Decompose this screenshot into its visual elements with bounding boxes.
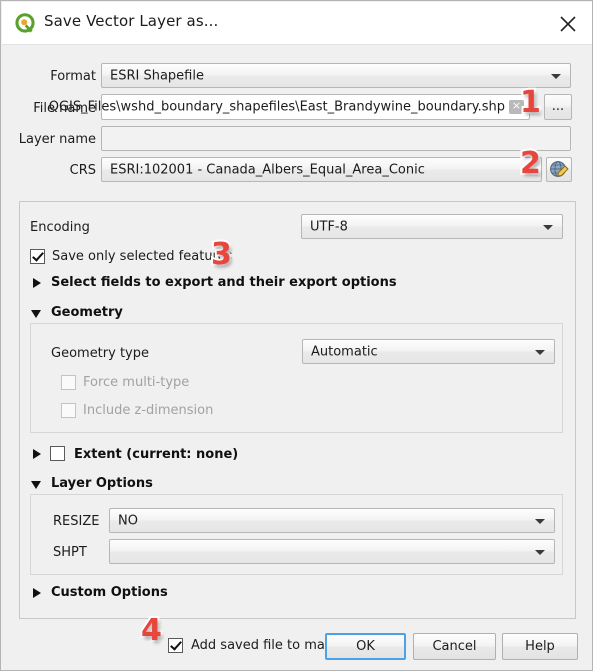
layer-options-expander-icon[interactable] [31,481,41,489]
layer-name-input[interactable] [101,126,571,151]
geometry-expander-icon[interactable] [31,310,41,318]
layer-options-panel: RESIZE NO SHPT [30,494,563,575]
resize-value: NO [118,514,138,527]
dialog-title: Save Vector Layer as... [44,12,219,30]
force-multi-type-checkbox[interactable] [61,375,76,390]
close-icon[interactable] [553,9,583,37]
help-button[interactable]: Help [502,633,578,660]
encoding-combobox[interactable]: UTF-8 [301,214,563,239]
add-saved-file-to-map-label: Add saved file to map [191,638,334,653]
resize-combobox[interactable]: NO [109,508,555,533]
geometry-panel: Geometry type Automatic Force multi-type… [30,323,563,433]
extent-title[interactable]: Extent (current: none) [74,447,238,462]
file-name-value: QGIS_Files\wshd_boundary_shapefiles\East… [48,99,505,115]
geometry-type-combobox[interactable]: Automatic [302,339,555,364]
title-bar: Save Vector Layer as... [2,2,592,45]
extent-checkbox[interactable] [50,446,65,461]
save-only-selected-label: Save only selected features [52,249,233,264]
shpt-label: SHPT [53,545,87,560]
geometry-type-label: Geometry type [51,346,149,361]
chevron-down-icon [543,224,553,230]
save-vector-layer-dialog: Save Vector Layer as... Format ESRI Shap… [0,0,593,671]
geometry-title[interactable]: Geometry [51,305,123,320]
format-value: ESRI Shapefile [110,69,204,82]
crs-combobox[interactable]: ESRI:102001 - Canada_Albers_Equal_Area_C… [101,157,542,182]
chevron-down-icon [535,349,545,355]
force-multi-type-label: Force multi-type [83,375,190,390]
encoding-label: Encoding [30,220,90,235]
clear-icon[interactable] [509,98,524,114]
annotation-marker-4: 4 [139,613,164,648]
include-z-dimension-checkbox[interactable] [61,403,76,418]
resize-label: RESIZE [53,514,100,529]
crs-select-button[interactable] [546,157,572,182]
browse-file-button[interactable]: ... [544,94,572,120]
ok-button[interactable]: OK [325,633,406,660]
chevron-down-icon [551,73,561,79]
extent-expander-icon[interactable] [33,449,41,459]
format-combobox[interactable]: ESRI Shapefile [101,63,571,88]
chevron-down-icon [522,167,532,173]
save-only-selected-checkbox[interactable] [30,249,45,264]
chevron-down-icon [535,549,545,555]
format-label: Format [50,69,96,84]
cancel-button[interactable]: Cancel [413,633,496,660]
layer-options-title[interactable]: Layer Options [51,476,153,491]
crs-label: CRS [69,163,96,178]
custom-options-title[interactable]: Custom Options [51,585,168,600]
crs-value: ESRI:102001 - Canada_Albers_Equal_Area_C… [110,163,425,176]
include-z-dimension-label: Include z-dimension [83,403,214,418]
encoding-value: UTF-8 [310,220,348,233]
add-saved-file-to-map-checkbox[interactable] [168,638,183,653]
export-options-panel: Encoding UTF-8 Save only selected featur… [19,201,576,619]
qgis-logo-icon [14,12,36,34]
select-fields-expander-icon[interactable] [33,278,41,288]
custom-options-expander-icon[interactable] [33,588,41,598]
select-fields-title[interactable]: Select fields to export and their export… [51,275,397,290]
chevron-down-icon [535,518,545,524]
file-name-input[interactable]: QGIS_Files\wshd_boundary_shapefiles\East… [49,94,530,120]
geometry-type-value: Automatic [311,345,378,358]
shpt-combobox[interactable] [109,539,555,564]
layer-name-label: Layer name [18,132,96,147]
globe-edit-icon [550,161,569,177]
